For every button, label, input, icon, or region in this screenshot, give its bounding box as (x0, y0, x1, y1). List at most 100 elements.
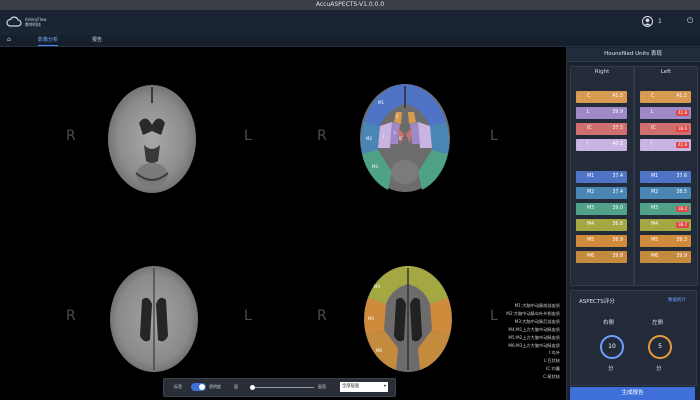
hu-right-column: Right C 41.5 L 39.9 IC 37.5 I 40.1 M1 37.4 M2… (570, 66, 634, 286)
tab-report[interactable]: 报告 (92, 36, 102, 45)
hu-row-l: L 39.9 (576, 107, 627, 119)
hu-row-m5: M5 36.9 (576, 235, 627, 247)
aspects-title: ASPECTS评分 (579, 299, 615, 305)
hu-row-i: I 40.1 (576, 139, 627, 151)
legend-item: M1:大脑中动脉前部皮质 (514, 303, 560, 308)
abnormal-hu-badge: 38.6 (676, 126, 689, 132)
right-side-label: 右侧 (603, 320, 615, 326)
hu-value: 41.5 (612, 94, 623, 99)
hu-row-m5: M5 39.3 (640, 235, 691, 247)
region-label-m1: M1 (378, 100, 384, 105)
hu-value: 37.6 (676, 174, 687, 179)
hu-left-column: Left C 41.1 L 41.8 IC 38.6 I 41.8 M1 37.6 M2 3… (634, 66, 698, 286)
abnormal-hu-badge: 38.2 (676, 206, 689, 212)
hu-value: 39.0 (612, 206, 623, 211)
region-label-i: I (383, 134, 384, 139)
label-toggle[interactable] (191, 383, 206, 391)
region-label: L (651, 110, 654, 115)
region-label: M5 (587, 238, 595, 243)
opacity-label: 透明度 (209, 384, 221, 389)
region-label: IC (651, 126, 656, 131)
region-label: I (587, 142, 589, 147)
orientation-right-label: R (66, 308, 76, 324)
region-legend: M1:大脑中动脉前部皮质 M2:大脑中动脉岛叶外侧皮质 M3:大脑中动脉后部皮质… (430, 302, 560, 381)
hu-value: 39.3 (676, 238, 687, 243)
region-label-m6: M6 (376, 348, 382, 353)
hu-left-title: Left (660, 69, 672, 75)
hu-row-m3: M3 39.0 (576, 203, 627, 215)
hu-row-m3: M3 38.2 (640, 203, 691, 215)
right-score-unit: 分 (608, 366, 614, 372)
layer-select-value: 全部层面 (342, 384, 360, 389)
legend-item: M3:大脑中动脉后部皮质 (514, 318, 560, 324)
window-label: 窗 (234, 384, 238, 389)
hu-value: 39.9 (676, 254, 687, 259)
hu-row-m4: M4 36.6 (576, 219, 627, 231)
hu-row-ic: IC 37.5 (576, 123, 627, 135)
hu-value: 38.5 (676, 190, 687, 195)
region-label-c: C (396, 114, 399, 119)
region-label: M2 (651, 190, 659, 195)
orientation-left-label: L (244, 308, 252, 324)
legend-item: C:尾状核 (543, 374, 560, 380)
left-score-unit: 分 (656, 366, 662, 372)
window-width-label: 窗宽 (318, 384, 326, 389)
region-label-m3: M3 (372, 164, 378, 169)
hu-value: 39.9 (612, 110, 623, 115)
region-label-ic: IC (399, 136, 403, 141)
region-label: M2 (587, 190, 595, 195)
region-label: I (651, 142, 653, 147)
region-label: M3 (587, 206, 595, 211)
legend-item: L:豆状核 (543, 358, 560, 364)
abnormal-hu-badge: 38.7 (676, 222, 689, 228)
region-label: M1 (651, 174, 659, 179)
orientation-right-label: R (317, 128, 327, 144)
generate-report-button[interactable]: 生成报告 (570, 387, 695, 400)
nav-bar (0, 35, 700, 47)
hu-value: 36.9 (612, 238, 623, 243)
region-label: IC (587, 126, 592, 131)
brand-logo: ArteryFlow 数坤科技 (6, 14, 47, 30)
region-label: M3 (651, 206, 659, 211)
home-icon[interactable]: ⌂ (7, 36, 11, 43)
user-menu[interactable]: 1 (642, 15, 662, 27)
region-label: C (651, 94, 655, 99)
right-score: 10 (600, 335, 624, 359)
window-slider-handle[interactable] (250, 385, 255, 390)
region-label: M4 (587, 222, 595, 227)
hu-row-ic: IC 38.6 (640, 123, 691, 135)
region-label: M5 (651, 238, 659, 243)
hu-row-m2: M2 37.4 (576, 187, 627, 199)
hu-value: 37.5 (612, 126, 623, 131)
orientation-left-label: L (490, 128, 498, 144)
hu-row-c: C 41.1 (640, 91, 691, 103)
aspects-score-card: ASPECTS评分 数据统计 右侧 左侧 10 5 分 分 (570, 290, 697, 386)
hu-value: 36.6 (612, 222, 623, 227)
cloud-logo-icon (6, 16, 22, 27)
orientation-left-label: L (244, 128, 252, 144)
ct-slice-basal-ganglia[interactable] (106, 83, 198, 195)
region-label: M4 (651, 222, 659, 227)
statistics-link[interactable]: 数据统计 (668, 297, 686, 303)
region-label: M1 (587, 174, 595, 179)
orientation-right-label: R (317, 308, 327, 324)
hu-row-i: I 41.8 (640, 139, 691, 151)
legend-item: M5:M2上方大脑中动脉皮质 (508, 334, 560, 340)
hu-value: 37.4 (612, 190, 623, 195)
tab-image-analysis[interactable]: 影像分析 (38, 36, 59, 46)
window-slider-track[interactable] (250, 385, 314, 390)
aspects-region-overlay-basal-ganglia[interactable]: C L IC I M1 M2 M3 (358, 82, 452, 194)
window-titlebar: AccuASPECTS-V1.0.0.0 (0, 0, 700, 10)
legend-item: M6:M3上方大脑中动脉皮质 (508, 342, 560, 348)
region-label-m4: M4 (374, 284, 380, 289)
ct-slice-supraganglionic[interactable] (108, 264, 200, 374)
power-icon[interactable]: ⏻ (687, 16, 693, 26)
hu-row-c: C 41.5 (576, 91, 627, 103)
legend-item: M4:M1上方大脑中动脉皮质 (508, 326, 560, 332)
legend-item: I:岛叶 (548, 350, 560, 356)
layer-select[interactable]: 全部层面 ▾ (340, 382, 388, 392)
legend-item: IC:内囊 (546, 366, 560, 372)
toggle-knob (199, 384, 205, 390)
hu-value: 39.8 (612, 254, 623, 259)
brand-name-cn: 数坤科技 (25, 22, 41, 27)
